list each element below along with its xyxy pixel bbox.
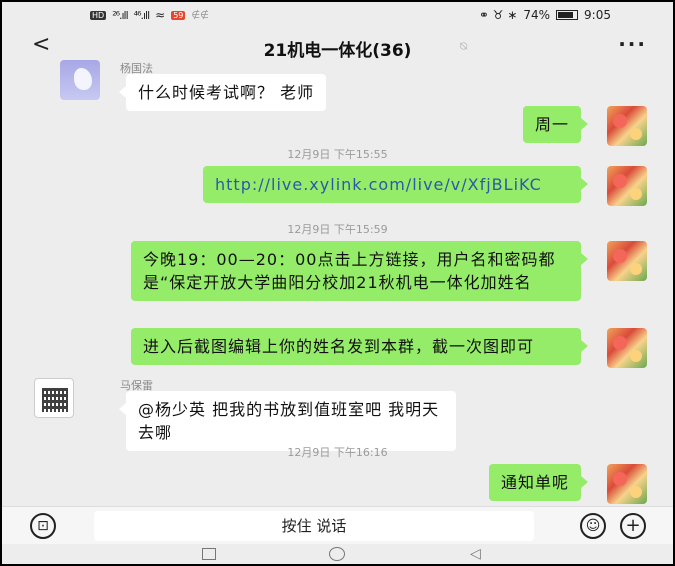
hold-to-talk-button[interactable]: 按住 说话 xyxy=(94,511,534,541)
status-icons: ⚭ ♉ ∗ xyxy=(478,8,518,22)
message-bubble[interactable]: 今晚19：00—20：00点击上方链接，用户名和密码都是“保定开放大学曲阳分校加… xyxy=(131,241,588,301)
message-bubble[interactable]: 通知单呢 xyxy=(488,464,589,501)
status-right: ⚭ ♉ ∗ 74% 9:05 xyxy=(479,8,611,22)
avatar[interactable] xyxy=(607,241,647,281)
chat-header: < 21机电一体化(36) ⍉ ··· xyxy=(2,28,673,66)
nav-back-button[interactable]: ◁ xyxy=(470,546,481,562)
app-notification-icon: 59 xyxy=(171,10,186,20)
avatar[interactable] xyxy=(607,106,647,146)
avatar[interactable] xyxy=(607,328,647,368)
system-nav-bar: ◁ xyxy=(2,544,673,564)
avatar[interactable] xyxy=(34,378,74,418)
chat-title: 21机电一体化(36) xyxy=(263,41,412,61)
hd-badge: HD xyxy=(90,10,107,20)
input-bar: ⊡ 按住 说话 ☺ + xyxy=(2,506,673,544)
message-bubble[interactable]: 进入后截图编辑上你的姓名发到本群，截一次图即可 xyxy=(131,328,588,365)
status-left: HD ²⁶.ıll ⁴⁶.ıll ≈ 59 ∉∉ xyxy=(90,8,209,22)
more-options-button[interactable]: ··· xyxy=(618,32,647,56)
avatar[interactable] xyxy=(607,166,647,206)
timestamp: 12月9日 下午15:59 xyxy=(287,223,388,236)
recent-apps-button[interactable] xyxy=(202,548,216,560)
battery-percent: 74% xyxy=(523,8,551,22)
message-list[interactable]: 杨国法 什么时候考试啊？ 老师 周一 12月9日 下午15:55 http://… xyxy=(2,60,673,506)
avatar[interactable] xyxy=(60,60,100,100)
voice-toggle-icon[interactable]: ⊡ xyxy=(30,513,56,539)
wifi-icon: ≈ xyxy=(155,8,166,22)
home-button[interactable] xyxy=(329,547,345,561)
timestamp: 12月9日 下午16:16 xyxy=(287,446,388,459)
message-bubble[interactable]: @杨少英 把我的书放到值班室吧 我明天去哪 xyxy=(119,391,456,451)
emoji-icon[interactable]: ☺ xyxy=(580,513,606,539)
qr-code-icon xyxy=(42,388,68,412)
message-bubble[interactable]: 周一 xyxy=(522,106,589,143)
mute-icon: ⍉ xyxy=(460,39,468,53)
app-tag-icon: ∉∉ xyxy=(191,9,209,21)
battery-icon xyxy=(556,10,579,20)
phone-screen: HD ²⁶.ıll ⁴⁶.ıll ≈ 59 ∉∉ ⚭ ♉ ∗ 74% 9:05 … xyxy=(0,0,675,566)
avatar[interactable] xyxy=(607,464,647,504)
signal-2-icon: ⁴⁶.ıll xyxy=(133,8,151,22)
status-bar: HD ²⁶.ıll ⁴⁶.ıll ≈ 59 ∉∉ ⚭ ♉ ∗ 74% 9:05 xyxy=(2,2,673,28)
message-link-bubble[interactable]: http://live.xylink.com/live/v/XfjBLiKC xyxy=(203,166,588,203)
signal-1-icon: ²⁶.ıll xyxy=(112,8,129,22)
clock: 9:05 xyxy=(584,8,611,22)
timestamp: 12月9日 下午15:55 xyxy=(287,148,388,161)
message-bubble[interactable]: 什么时候考试啊？ 老师 xyxy=(118,74,327,111)
plus-icon[interactable]: + xyxy=(620,513,646,539)
